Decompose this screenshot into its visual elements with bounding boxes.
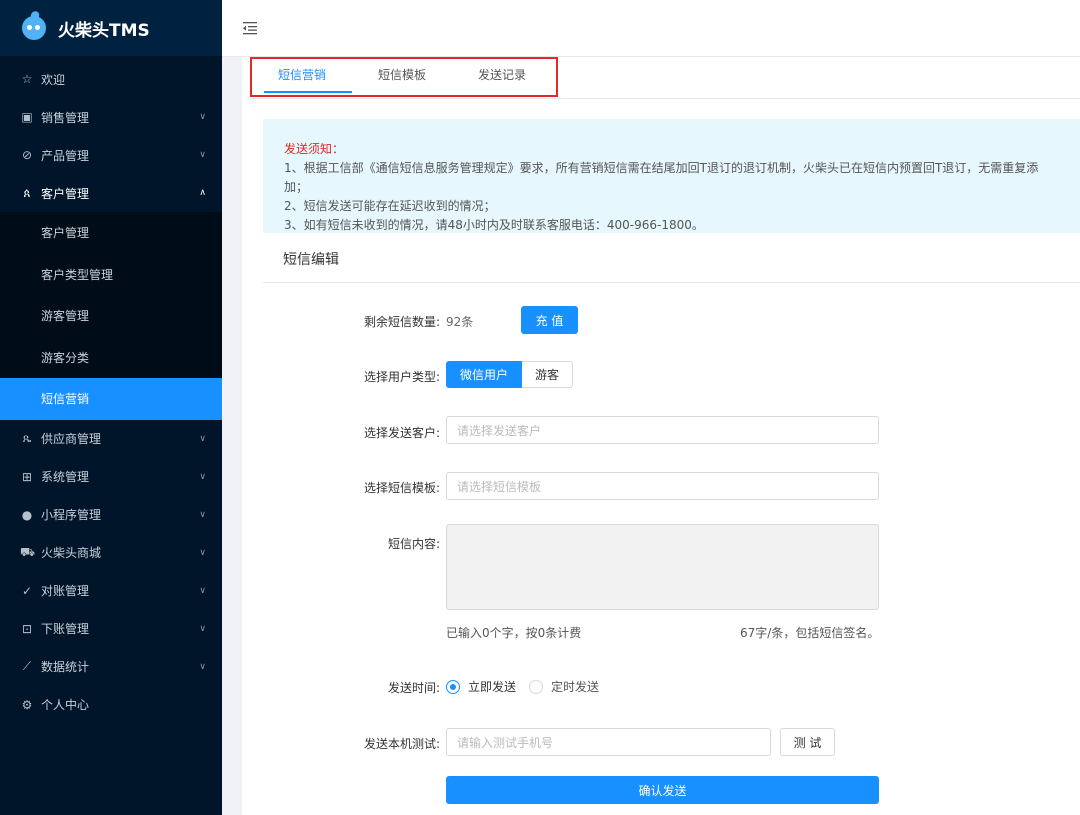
chevron-down-icon: ∨ xyxy=(199,585,206,596)
sidebar-item-reconciliation[interactable]: ✓ 对账管理 ∨ xyxy=(0,572,222,610)
send-time-label: 发送时间: xyxy=(387,681,440,695)
sidebar-item-suppliers[interactable]: ጼ 供应商管理 ∨ xyxy=(0,420,222,458)
tab-sms-marketing[interactable]: 短信营销 xyxy=(252,59,353,97)
user-type-wechat[interactable]: 微信用户 xyxy=(446,361,522,388)
customers-submenu: 客户管理 客户类型管理 游客管理 游客分类 短信营销 xyxy=(0,212,222,420)
sidebar-item-welcome[interactable]: ☆ 欢迎 xyxy=(0,60,222,98)
balance-value: 92条 xyxy=(446,315,474,329)
radio-send-scheduled[interactable]: 定时发送 xyxy=(529,678,599,695)
notice-line: 3、如有短信未收到的情况，请48小时内及时联系客服电话：400-966-1800… xyxy=(284,218,704,232)
sidebar-item-customers[interactable]: ጰ 客户管理 ∧ xyxy=(0,174,222,212)
billing-rule-hint: 67字/条，包括短信签名。 xyxy=(740,626,880,640)
sms-content-textarea[interactable] xyxy=(446,524,879,610)
notice-line: 2、短信发送可能存在延迟收到的情况； xyxy=(284,199,496,213)
wechat-icon: ● xyxy=(21,507,33,522)
sidebar-item-sales[interactable]: ▣ 销售管理 ∨ xyxy=(0,98,222,136)
radio-send-scheduled-label: 定时发送 xyxy=(551,680,600,694)
section-divider xyxy=(263,282,1080,283)
section-title: 短信编辑 xyxy=(283,252,339,268)
users-icon: ጰ xyxy=(23,185,31,200)
logo-icon xyxy=(22,9,46,40)
radio-checked-icon xyxy=(446,679,460,694)
sidebar-item-statistics[interactable]: ⟋ 数据统计 ∨ xyxy=(0,648,222,686)
balance-label: 剩余短信数量: xyxy=(363,315,440,329)
sidebar: 火柴头TMS ☆ 欢迎 ▣ 销售管理 ∨ ⊘ 产品管理 ∨ ጰ 客户管理 ∧ 客… xyxy=(0,0,222,815)
sidebar-item-system[interactable]: ⊞ 系统管理 ∨ xyxy=(0,458,222,496)
confirm-send-button[interactable]: 确认发送 xyxy=(446,776,879,804)
sidebar-item-ledger[interactable]: ⊡ 下账管理 ∨ xyxy=(0,610,222,648)
star-icon: ☆ xyxy=(21,72,33,86)
template-select[interactable]: 请选择短信模板 xyxy=(446,472,879,500)
sidebar-item-miniprogram[interactable]: ● 小程序管理 ∨ xyxy=(0,496,222,534)
grid-icon: ⊞ xyxy=(21,469,33,484)
chevron-down-icon: ∨ xyxy=(199,433,206,444)
top-bar xyxy=(222,0,1080,57)
cart-icon: ⛟ xyxy=(20,544,36,559)
sidebar-subitem-visitor-categories[interactable]: 游客分类 xyxy=(0,337,222,379)
network-icon: ጼ xyxy=(22,431,32,445)
template-label: 选择短信模板: xyxy=(363,481,440,495)
menu-fold-icon[interactable] xyxy=(242,20,258,36)
sidebar-subitem-sms-marketing[interactable]: 短信营销 xyxy=(0,378,222,420)
tab-send-records[interactable]: 发送记录 xyxy=(452,59,552,97)
customer-label: 选择发送客户: xyxy=(363,426,440,440)
compass-icon: ⊘ xyxy=(21,148,33,162)
user-type-label: 选择用户类型: xyxy=(363,370,440,384)
user-type-selector: 微信用户 游客 xyxy=(446,361,573,388)
chart-icon: ⟋ xyxy=(22,659,32,673)
tab-sms-templates[interactable]: 短信模板 xyxy=(352,59,452,97)
notice-box: 发送须知： 1、根据工信部《通信短信息服务管理规定》要求，所有营销短信需在结尾加… xyxy=(263,119,1080,233)
recharge-button[interactable]: 充 值 xyxy=(521,306,578,334)
customer-select[interactable]: 请选择发送客户 xyxy=(446,416,879,444)
sidebar-item-products[interactable]: ⊘ 产品管理 ∨ xyxy=(0,136,222,174)
main-content: 短信营销 短信模板 发送记录 发送须知： 1、根据工信部《通信短信息服务管理规定… xyxy=(242,57,1080,815)
chevron-down-icon: ∨ xyxy=(199,509,206,520)
radio-unchecked-icon xyxy=(529,679,543,694)
content-label: 短信内容: xyxy=(387,537,440,551)
sidebar-subitem-customer-types[interactable]: 客户类型管理 xyxy=(0,254,222,296)
tabs-divider xyxy=(250,98,1080,99)
sidebar-item-mall[interactable]: ⛟ 火柴头商城 ∨ xyxy=(0,534,222,572)
chevron-down-icon: ∨ xyxy=(199,112,206,122)
chevron-up-icon: ∧ xyxy=(199,188,206,198)
logo-bar: 火柴头TMS xyxy=(0,0,222,56)
sidebar-subitem-customers[interactable]: 客户管理 xyxy=(0,212,222,254)
chevron-down-icon: ∨ xyxy=(199,661,206,672)
notice-title: 发送须知： xyxy=(284,142,345,156)
test-button[interactable]: 测 试 xyxy=(780,728,835,756)
chevron-down-icon: ∨ xyxy=(199,471,206,482)
sidebar-subitem-visitors[interactable]: 游客管理 xyxy=(0,295,222,337)
user-type-visitor[interactable]: 游客 xyxy=(522,361,573,388)
sidebar-item-profile[interactable]: ⚙ 个人中心 xyxy=(0,686,222,724)
char-count-hint: 已输入0个字，按0条计费 xyxy=(446,626,582,640)
test-label: 发送本机测试: xyxy=(363,737,440,751)
notice-line: 1、根据工信部《通信短信息服务管理规定》要求，所有营销短信需在结尾加回T退订的退… xyxy=(284,161,1039,194)
chevron-down-icon: ∨ xyxy=(199,547,206,558)
check-icon: ✓ xyxy=(21,583,33,598)
gear-icon: ⚙ xyxy=(21,697,33,712)
tab-bar: 短信营销 短信模板 发送记录 xyxy=(250,57,558,97)
test-phone-input[interactable]: 请输入测试手机号 xyxy=(446,728,771,756)
sales-icon: ▣ xyxy=(21,110,33,124)
ledger-icon: ⊡ xyxy=(21,621,33,636)
radio-send-now-label: 立即发送 xyxy=(468,680,517,694)
chevron-down-icon: ∨ xyxy=(199,623,206,634)
radio-send-now[interactable]: 立即发送 xyxy=(446,678,516,695)
chevron-down-icon: ∨ xyxy=(199,150,206,160)
app-title: 火柴头TMS xyxy=(58,20,150,41)
